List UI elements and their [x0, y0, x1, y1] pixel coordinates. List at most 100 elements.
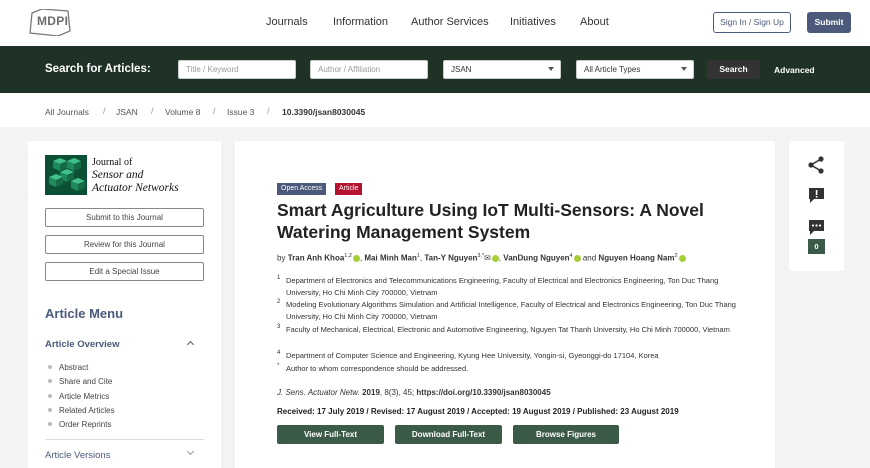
search-bar: Search for Articles: Title / Keyword Aut… — [0, 46, 870, 93]
citation-doi-link[interactable]: https://doi.org/10.3390/jsan8030045 — [416, 388, 550, 397]
affiliation-text: Faculty of Mechanical, Electrical, Elect… — [286, 325, 730, 334]
chevron-up-icon[interactable] — [186, 340, 195, 349]
citation-volume: , 8(3), 45; — [379, 388, 415, 397]
author-name[interactable]: Tan-Y Nguyen — [424, 254, 477, 263]
view-full-text-button[interactable]: View Full-Text — [277, 425, 384, 444]
article-title: Smart Agriculture Using IoT Multi-Sensor… — [277, 200, 704, 242]
cube-icon — [45, 155, 87, 195]
affiliation-number: 3 — [277, 324, 281, 330]
journal-title-line-1[interactable]: Journal of — [92, 157, 132, 168]
mdpi-logo-text[interactable]: MDPI — [37, 14, 68, 28]
signin-button[interactable]: Sign In / Sign Up — [713, 12, 791, 33]
top-header: MDPI Journals Information Author Service… — [0, 0, 870, 46]
affiliation-text: Department of Electronics and Telecommun… — [286, 276, 719, 297]
and-label: and — [582, 253, 597, 263]
citation-journal: J. Sens. Actuator Netw. — [277, 388, 360, 397]
author-affiliation-input[interactable]: Author / Affiliation — [310, 60, 428, 79]
article-versions-toggle[interactable]: Article Versions — [45, 450, 110, 461]
nav-journals[interactable]: Journals — [266, 16, 308, 28]
publication-dates: Received: 17 July 2019 / Revised: 17 Aug… — [277, 407, 679, 416]
nav-information[interactable]: Information — [333, 16, 388, 28]
orcid-icon[interactable] — [573, 255, 581, 263]
search-button[interactable]: Search — [707, 60, 760, 79]
journal-title-line-2[interactable]: Sensor and — [92, 169, 143, 181]
breadcrumb-volume[interactable]: Volume 8 — [165, 107, 200, 117]
right-toolbar: 0 — [789, 141, 844, 271]
bullet-icon — [48, 365, 52, 369]
review-for-journal-button[interactable]: Review for this Journal — [45, 235, 204, 254]
menu-item-abstract[interactable]: Abstract — [59, 363, 88, 372]
orcid-icon[interactable] — [352, 255, 360, 263]
article-type-badge: Article — [335, 183, 363, 195]
title-keyword-input[interactable]: Title / Keyword — [178, 60, 296, 79]
share-icon[interactable] — [807, 156, 825, 174]
search-label: Search for Articles: — [45, 63, 151, 75]
bullet-icon — [48, 379, 52, 383]
nav-initiatives[interactable]: Initiatives — [510, 16, 556, 28]
affiliation-text: Department of Computer Science and Engin… — [286, 351, 659, 360]
download-full-text-button[interactable]: Download Full-Text — [395, 425, 502, 444]
comment-count-badge: 0 — [808, 239, 825, 254]
menu-item-related-articles[interactable]: Related Articles — [59, 406, 115, 415]
orcid-icon[interactable] — [678, 255, 686, 263]
breadcrumb-issue[interactable]: Issue 3 — [227, 107, 254, 117]
affiliation-text: Author to whom correspondence should be … — [286, 364, 469, 373]
comment-icon[interactable] — [808, 219, 825, 236]
author-name[interactable]: VanDung Nguyen — [503, 254, 569, 263]
article-overview-toggle[interactable]: Article Overview — [45, 339, 119, 350]
chevron-down-icon — [681, 67, 687, 71]
breadcrumb: All Journals / JSAN / Volume 8 / Issue 3… — [0, 93, 870, 127]
chevron-down-icon[interactable] — [186, 447, 195, 456]
nav-author-services[interactable]: Author Services — [411, 16, 489, 28]
breadcrumb-doi: 10.3390/jsan8030045 — [282, 107, 366, 117]
bullet-icon — [48, 422, 52, 426]
affiliation-number: 1 — [277, 275, 281, 281]
report-icon[interactable] — [808, 187, 825, 204]
author-sup: 1,2 — [344, 253, 352, 259]
bullet-icon — [48, 408, 52, 412]
article-type-select[interactable]: All Article Types — [576, 60, 694, 79]
breadcrumb-all-journals[interactable]: All Journals — [45, 107, 89, 117]
affiliation-text: Modeling Evolutionary Algorithms Simulat… — [286, 300, 736, 321]
author-name[interactable]: Nguyen Hoang Nam — [598, 254, 674, 263]
browse-figures-button[interactable]: Browse Figures — [513, 425, 619, 444]
left-sidebar: Journal of Sensor and Actuator Networks … — [28, 141, 221, 468]
edit-special-issue-button[interactable]: Edit a Special Issue — [45, 262, 204, 281]
citation-line: J. Sens. Actuator Netw. 2019, 8(3), 45; … — [277, 388, 551, 397]
author-sup: 4 — [569, 253, 573, 259]
submit-to-journal-button[interactable]: Submit to this Journal — [45, 208, 204, 227]
article-type-select-value: All Article Types — [584, 65, 641, 74]
journal-select-value: JSAN — [451, 65, 472, 74]
menu-item-order-reprints[interactable]: Order Reprints — [59, 420, 111, 429]
open-access-badge: Open Access — [277, 183, 327, 195]
advanced-search-link[interactable]: Advanced — [774, 65, 815, 75]
breadcrumb-separator: / — [267, 106, 270, 116]
by-label: by — [277, 253, 286, 263]
chevron-down-icon — [548, 67, 554, 71]
journal-cube-logo-icon[interactable] — [45, 155, 87, 195]
affiliation-number: 4 — [277, 350, 281, 356]
bullet-icon — [48, 394, 52, 398]
breadcrumb-separator: / — [213, 106, 216, 116]
menu-divider — [45, 439, 204, 440]
author-list: by Tran Anh Khoa1,2, Mai Minh Man1, Tan-… — [277, 253, 767, 263]
breadcrumb-separator: / — [151, 106, 154, 116]
author-sup: 2 — [674, 253, 678, 259]
article-main: Open Access Article Smart Agriculture Us… — [235, 141, 775, 468]
journal-title-line-3[interactable]: Actuator Networks — [92, 182, 179, 194]
affiliation-number: 2 — [277, 299, 281, 305]
author-name[interactable]: Mai Minh Man — [364, 254, 416, 263]
menu-item-share-cite[interactable]: Share and Cite — [59, 377, 112, 386]
menu-item-article-metrics[interactable]: Article Metrics — [59, 392, 109, 401]
orcid-icon[interactable] — [491, 255, 499, 263]
author-name[interactable]: Tran Anh Khoa — [288, 254, 345, 263]
nav-about[interactable]: About — [580, 16, 609, 28]
submit-button[interactable]: Submit — [807, 12, 851, 33]
breadcrumb-separator: / — [103, 106, 106, 116]
email-icon[interactable]: ✉ — [484, 254, 491, 263]
article-menu-title: Article Menu — [45, 306, 124, 321]
author-sup: 1 — [416, 253, 420, 259]
citation-year: 2019 — [362, 388, 380, 397]
breadcrumb-journal[interactable]: JSAN — [116, 107, 138, 117]
journal-select[interactable]: JSAN — [443, 60, 561, 79]
